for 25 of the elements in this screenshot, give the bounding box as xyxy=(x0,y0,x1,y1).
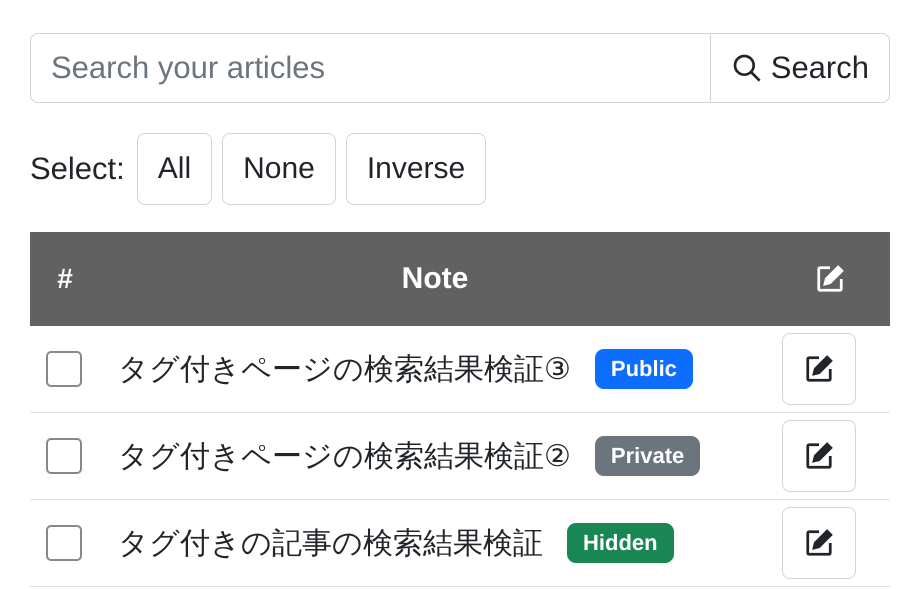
edit-button[interactable] xyxy=(782,507,856,579)
search-icon xyxy=(730,52,763,84)
edit-icon xyxy=(804,354,834,384)
note-title[interactable]: タグ付きページの検索結果検証② xyxy=(118,436,571,476)
checkbox[interactable] xyxy=(46,525,82,561)
column-header: # xyxy=(56,263,74,295)
select-button[interactable]: All xyxy=(136,133,212,205)
edit-icon xyxy=(804,441,834,471)
status-badge: Hidden xyxy=(567,523,674,563)
select-button[interactable]: None xyxy=(222,133,336,205)
column-header: Note xyxy=(400,262,470,296)
edit-button[interactable] xyxy=(782,420,856,492)
edit-button[interactable] xyxy=(782,333,856,405)
select-label: Select: xyxy=(30,151,125,187)
checkbox[interactable] xyxy=(46,351,82,387)
status-badge: Public xyxy=(594,349,693,389)
edit-icon xyxy=(804,528,834,558)
select-button[interactable]: Inverse xyxy=(346,133,486,205)
status-badge: Private xyxy=(594,436,700,476)
note-title[interactable]: タグ付きページの検索結果検証③ xyxy=(118,348,571,390)
edit-icon xyxy=(815,264,845,294)
checkbox[interactable] xyxy=(46,438,82,474)
search-button[interactable]: Search xyxy=(710,34,889,102)
search-field[interactable]: Search your articles Search xyxy=(30,33,890,103)
note-title[interactable]: タグ付きの記事の検索結果検証 xyxy=(118,522,543,564)
